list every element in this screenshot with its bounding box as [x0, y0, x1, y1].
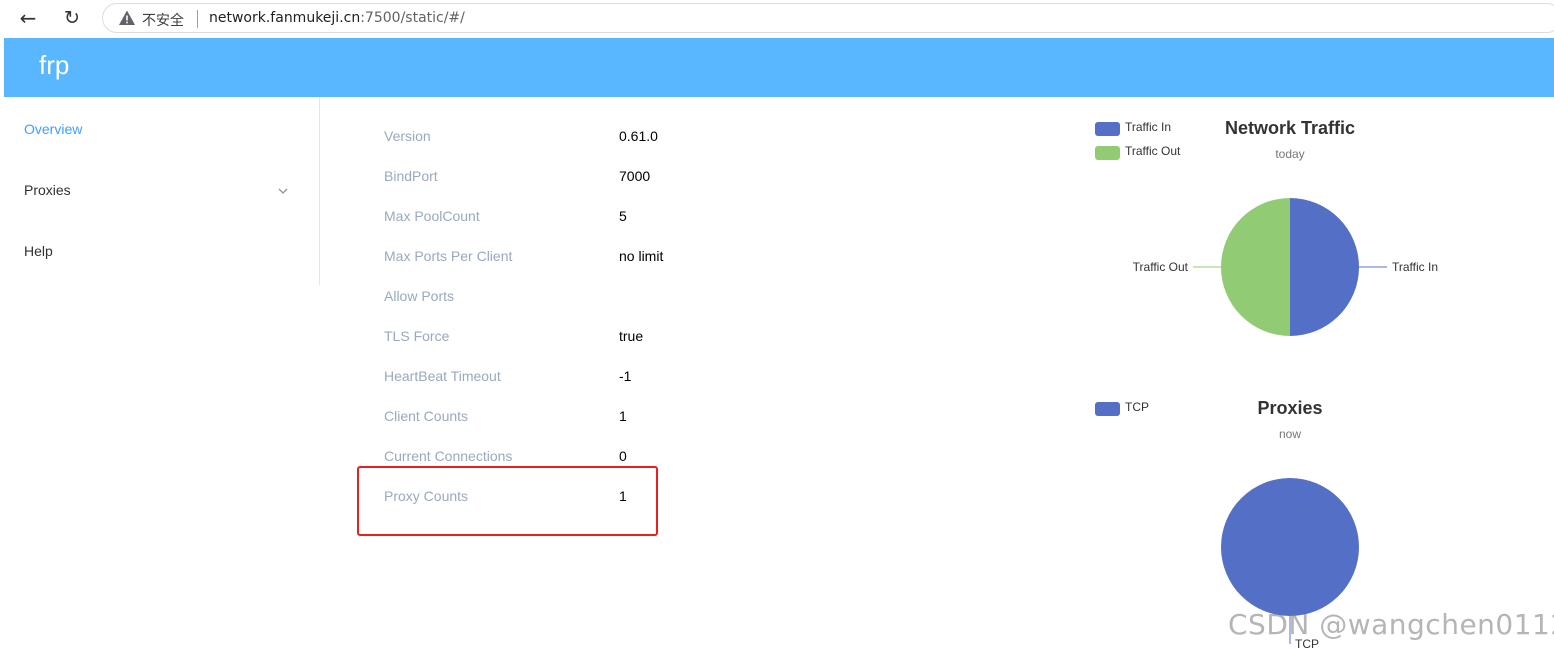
address-divider	[197, 10, 198, 28]
info-value: true	[619, 328, 644, 344]
app-logo[interactable]: frp	[39, 50, 69, 81]
legend-label: Traffic Out	[1125, 144, 1181, 158]
sidebar-item-label: Overview	[24, 121, 83, 137]
info-key: BindPort	[384, 168, 438, 184]
network-traffic-title: Network Traffic	[1224, 118, 1356, 138]
watermark: CSDN @wangchen0112	[1228, 608, 1554, 641]
legend-swatch	[1095, 146, 1120, 160]
info-row-allow-ports: Allow Ports	[384, 278, 784, 318]
info-row-max-ports-per-client: Max Ports Per Client no limit	[384, 238, 784, 278]
info-row-max-pool-count: Max PoolCount 5	[384, 198, 784, 238]
pie-slice-traffic-out[interactable]	[1221, 198, 1290, 336]
pie-slice-label: Traffic In	[1392, 260, 1438, 274]
info-key: Max PoolCount	[384, 208, 480, 224]
info-key: Max Ports Per Client	[384, 248, 513, 264]
pie-slice-traffic-in[interactable]	[1290, 198, 1359, 336]
info-value: 0.61.0	[619, 128, 658, 144]
legend-label: TCP	[1125, 400, 1149, 414]
sidebar-item-label: Help	[24, 243, 53, 259]
info-row-tls-force: TLS Force true	[384, 318, 784, 358]
info-value: 0	[619, 448, 627, 464]
server-info-list: Version 0.61.0 BindPort 7000 Max PoolCou…	[384, 118, 784, 518]
warning-icon[interactable]	[118, 9, 136, 27]
info-key: TLS Force	[384, 328, 450, 344]
network-traffic-subtitle: today	[1275, 147, 1305, 161]
url-text[interactable]: network.fanmukeji.cn:7500/static/#/	[209, 10, 465, 26]
info-key: HeartBeat Timeout	[384, 368, 501, 384]
url-path: :7500/static/#/	[360, 10, 465, 26]
pie-slice-label: Traffic Out	[1133, 260, 1189, 274]
info-key: Allow Ports	[384, 288, 455, 304]
url-host: network.fanmukeji.cn	[209, 10, 361, 26]
info-value: 1	[619, 408, 627, 424]
sidebar-menu: Overview Proxies Help	[4, 97, 320, 285]
proxies-chart-title: Proxies	[1257, 398, 1323, 418]
info-key: Version	[384, 128, 431, 144]
address-bar[interactable]: 不安全 network.fanmukeji.cn:7500/static/#/	[102, 3, 1554, 33]
security-status[interactable]: 不安全	[142, 10, 184, 30]
sidebar-item-proxies[interactable]: Proxies	[4, 164, 319, 220]
browser-toolbar: ← ↻ 不安全 network.fanmukeji.cn:7500/static…	[0, 0, 1554, 36]
info-key: Current Connections	[384, 448, 513, 464]
info-row-heartbeat-timeout: HeartBeat Timeout -1	[384, 358, 784, 398]
info-row-version: Version 0.61.0	[384, 118, 784, 158]
info-key: Client Counts	[384, 408, 469, 424]
highlight-box	[357, 466, 658, 536]
legend-swatch	[1095, 402, 1120, 416]
info-value: 5	[619, 208, 627, 224]
chevron-down-icon	[278, 188, 288, 194]
info-value: -1	[619, 368, 632, 384]
proxies-chart-subtitle: now	[1278, 427, 1301, 441]
back-arrow-icon[interactable]: ←	[15, 5, 41, 31]
sidebar-item-help[interactable]: Help	[4, 225, 319, 281]
info-value: 7000	[619, 168, 651, 184]
sidebar-item-overview[interactable]: Overview	[4, 103, 319, 159]
sidebar-item-label: Proxies	[24, 182, 71, 198]
app-header: frp	[4, 38, 1554, 97]
info-row-client-counts: Client Counts 1	[384, 398, 784, 438]
legend-label: Traffic In	[1125, 120, 1172, 134]
pie-slice-tcp[interactable]	[1221, 478, 1359, 616]
info-row-bind-port: BindPort 7000	[384, 158, 784, 198]
info-value: no limit	[619, 248, 664, 264]
legend-swatch	[1095, 122, 1120, 136]
reload-icon[interactable]: ↻	[59, 5, 85, 31]
